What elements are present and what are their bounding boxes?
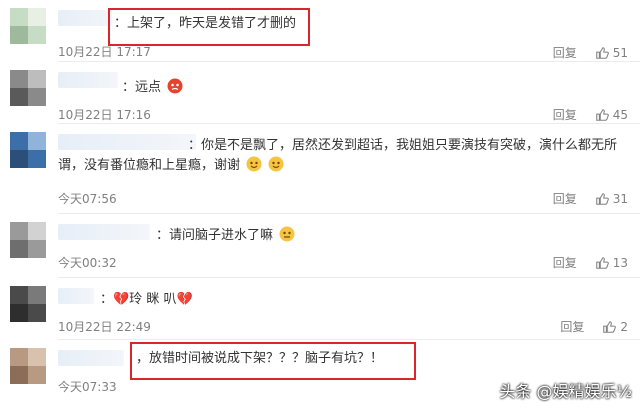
- avatar[interactable]: [10, 348, 46, 384]
- comment-actions: 回复 45: [553, 106, 628, 123]
- comment-text: ：你是不是飘了，居然还发到超话，我姐姐只要演技有突破，演什么都无所谓，没有番位瘾…: [58, 138, 618, 173]
- comment-item: ，放错时间被说成下架？？？脑子有坑？！ 今天07:33 头条 @娱精娱乐⅟₂: [0, 340, 640, 408]
- reply-button[interactable]: 回复: [553, 106, 577, 123]
- like-count: 13: [612, 255, 628, 270]
- like-count: 31: [612, 191, 628, 206]
- confused-face-icon: [279, 226, 295, 242]
- smiling-face-icon: [246, 156, 262, 172]
- comment-item: ：远点 10月22日 17:16 回复 45: [0, 62, 640, 124]
- comment-time: 今天07:56: [58, 192, 117, 206]
- avatar[interactable]: [10, 132, 46, 168]
- reply-button[interactable]: 回复: [553, 190, 577, 207]
- thumbs-up-icon[interactable]: [595, 46, 609, 60]
- like-count: 51: [612, 45, 628, 60]
- avatar[interactable]: [10, 286, 46, 322]
- username[interactable]: [58, 10, 112, 26]
- like-count: 2: [620, 319, 628, 334]
- comment-text: ：💔玲 眯 叭💔: [100, 292, 193, 307]
- comment-actions: 回复 2: [560, 318, 628, 335]
- watermark: 头条 @娱精娱乐⅟₂: [499, 382, 632, 401]
- comment-time: 10月22日 17:16: [58, 108, 151, 122]
- comment-item: ：💔玲 眯 叭💔 10月22日 22:49 回复 2: [0, 278, 640, 340]
- comment-item: ：请问脑子进水了嘛 今天00:32 回复 13: [0, 214, 640, 278]
- smiling-face-icon: [268, 156, 284, 172]
- thumbs-up-icon[interactable]: [595, 192, 609, 206]
- comment-text: ，放错时间被说成下架？？？脑子有坑？！: [136, 351, 384, 366]
- thumbs-up-icon[interactable]: [602, 320, 617, 334]
- thumbs-up-icon[interactable]: [595, 256, 609, 270]
- comment-actions: 回复 13: [553, 254, 628, 271]
- like-count: 45: [612, 107, 628, 122]
- username[interactable]: [58, 288, 94, 304]
- avatar[interactable]: [10, 70, 46, 106]
- reply-button[interactable]: 回复: [560, 318, 584, 335]
- angry-face-icon: [167, 78, 183, 94]
- reply-button[interactable]: 回复: [553, 44, 577, 61]
- avatar[interactable]: [10, 222, 46, 258]
- username[interactable]: [58, 72, 118, 88]
- comment-item: ：上架了，昨天是发错了才删的 10月22日 17:17 回复 51: [0, 0, 640, 62]
- avatar[interactable]: [10, 8, 46, 44]
- comment-actions: 回复 51: [553, 44, 628, 61]
- comment-time: 今天00:32: [58, 256, 117, 270]
- thumbs-up-icon[interactable]: [595, 108, 609, 122]
- comment-time: 10月22日 17:17: [58, 45, 151, 59]
- comment-item: ：你是不是飘了，居然还发到超话，我姐姐只要演技有突破，演什么都无所谓，没有番位瘾…: [0, 124, 640, 214]
- comment-time: 10月22日 22:49: [58, 320, 151, 334]
- comment-text: ：上架了，昨天是发错了才删的: [114, 16, 297, 31]
- username[interactable]: [58, 224, 150, 240]
- comment-actions: 回复 31: [553, 190, 628, 207]
- comment-text: ：请问脑子进水了嘛: [156, 226, 295, 246]
- comment-time: 今天07:33: [58, 380, 117, 394]
- reply-button[interactable]: 回复: [553, 254, 577, 271]
- comment-text: ：远点: [122, 78, 183, 98]
- username[interactable]: [58, 350, 124, 366]
